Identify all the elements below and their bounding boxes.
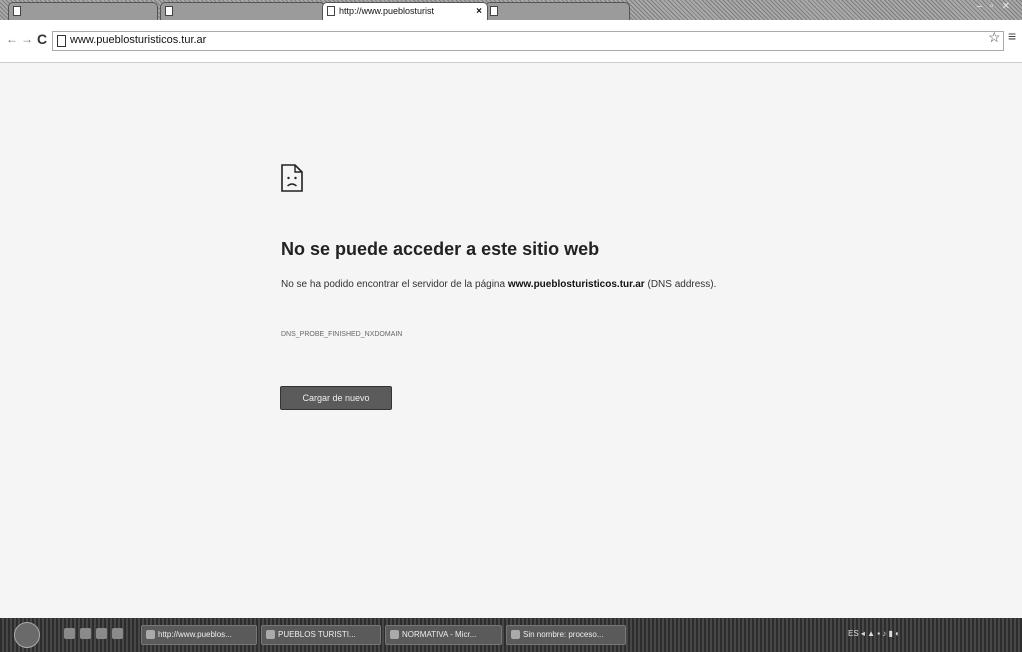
tab-active[interactable]: http://www.pueblosturist × bbox=[322, 2, 488, 20]
taskbar-item-label: NORMATIVA - Micr... bbox=[402, 630, 477, 639]
menu-icon[interactable]: ≡ bbox=[1008, 28, 1016, 44]
error-host: www.pueblosturisticos.tur.ar bbox=[507, 279, 645, 290]
browser-toolbar: ← → C www.pueblosturisticos.tur.ar bbox=[0, 20, 1022, 63]
taskbar-item-word-1[interactable]: PUEBLOS TURISTI... bbox=[261, 625, 381, 645]
reload-icon[interactable]: C bbox=[37, 31, 47, 47]
page-content: No se puede acceder a este sitio web No … bbox=[0, 63, 1022, 618]
error-code: DNS_PROBE_FINISHED_NXDOMAIN bbox=[281, 331, 403, 338]
paint-icon bbox=[511, 630, 520, 639]
tab-1[interactable] bbox=[8, 2, 158, 20]
window-controls[interactable]: –▫✕ bbox=[977, 1, 1019, 12]
star-icon[interactable]: ☆ bbox=[988, 29, 1001, 46]
tab-favicon-icon bbox=[327, 6, 335, 16]
error-message-suffix: (DNS address). bbox=[647, 279, 717, 290]
taskbar: http://www.pueblos... PUEBLOS TURISTI...… bbox=[0, 618, 1022, 652]
taskbar-item-word-2[interactable]: NORMATIVA - Micr... bbox=[385, 625, 502, 645]
media-icon[interactable] bbox=[96, 628, 107, 639]
back-icon[interactable]: ← bbox=[6, 32, 18, 46]
tab-2[interactable] bbox=[160, 2, 325, 20]
error-title: No se puede acceder a este sitio web bbox=[281, 239, 600, 259]
taskbar-item-browser[interactable]: http://www.pueblos... bbox=[141, 625, 257, 645]
start-button[interactable] bbox=[14, 622, 40, 648]
forward-icon[interactable]: → bbox=[21, 32, 33, 46]
sad-page-icon bbox=[281, 164, 303, 192]
chrome-icon bbox=[146, 630, 155, 639]
word-icon bbox=[266, 630, 275, 639]
tab-favicon-icon bbox=[13, 6, 21, 16]
tab-close-icon[interactable]: × bbox=[476, 3, 482, 20]
explorer-icon[interactable] bbox=[64, 628, 75, 639]
error-message: No se ha podido encontrar el servidor de… bbox=[281, 278, 761, 292]
taskbar-item-label: http://www.pueblos... bbox=[158, 630, 232, 639]
tab-label: http://www.pueblosturist bbox=[339, 6, 435, 16]
tab-4[interactable] bbox=[485, 2, 630, 20]
address-bar-url[interactable]: www.pueblosturisticos.tur.ar bbox=[70, 34, 206, 46]
tab-favicon-icon bbox=[165, 6, 173, 16]
page-icon bbox=[57, 35, 66, 47]
taskbar-item-label: PUEBLOS TURISTI... bbox=[278, 630, 356, 639]
taskbar-item-paint[interactable]: Sin nombre: proceso... bbox=[506, 625, 626, 645]
error-message-prefix: No se ha podido encontrar el servidor de… bbox=[281, 279, 506, 290]
app-icon[interactable] bbox=[112, 628, 123, 639]
tab-favicon-icon bbox=[490, 6, 498, 16]
title-bar: http://www.pueblosturist × –▫✕ bbox=[0, 0, 1022, 20]
taskbar-item-label: Sin nombre: proceso... bbox=[523, 630, 604, 639]
browser-icon[interactable] bbox=[80, 628, 91, 639]
address-bar[interactable]: www.pueblosturisticos.tur.ar bbox=[52, 31, 1004, 51]
reload-button[interactable]: Cargar de nuevo bbox=[280, 386, 392, 410]
word-icon bbox=[390, 630, 399, 639]
system-tray[interactable]: ES ◂ ▲ ▪ ♪ ▮ ◐ bbox=[848, 629, 900, 638]
